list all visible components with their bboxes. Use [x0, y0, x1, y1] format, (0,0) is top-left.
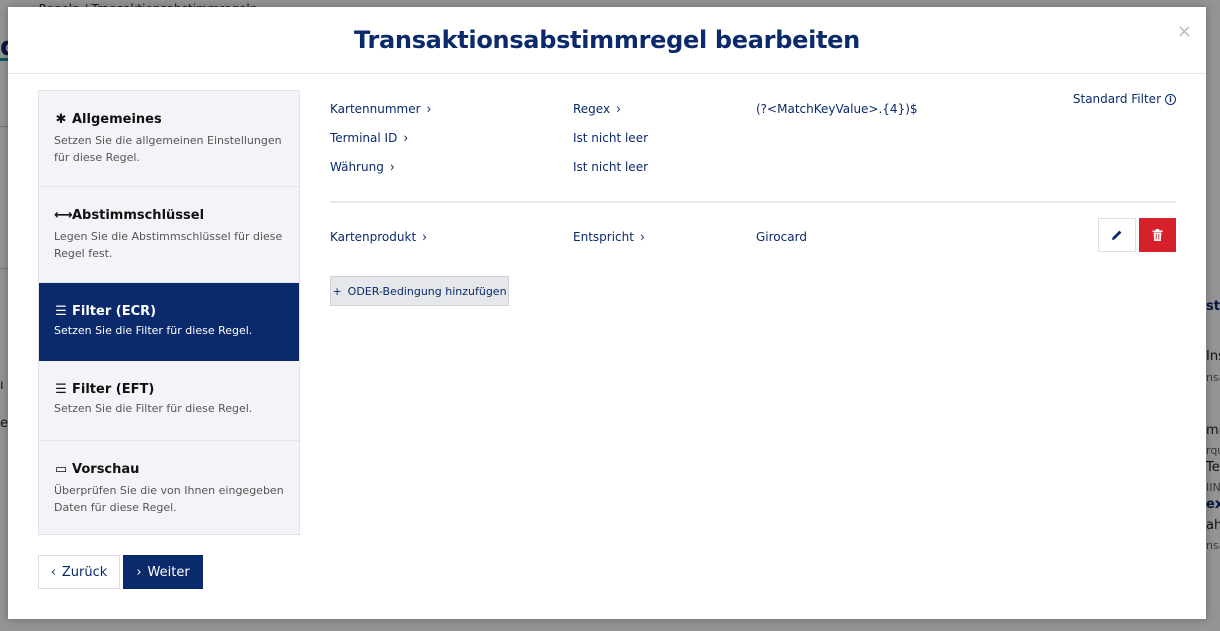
condition-field[interactable]: Kartenprodukt ›	[330, 228, 427, 246]
step-vorschau[interactable]: ▭ Vorschau Überprüfen Sie die von Ihnen e…	[39, 441, 299, 534]
step-filter-eft[interactable]: ☰ Filter (EFT) Setzen Sie die Filter für …	[39, 361, 299, 441]
step-title: Filter (ECR)	[72, 304, 157, 319]
condition-row: Kartennummer › Regex › (?<MatchKeyValue>.{…	[330, 100, 1176, 122]
filter-icon: ☰	[55, 304, 67, 319]
close-icon[interactable]: ×	[1177, 21, 1192, 42]
condition-operator[interactable]: Regex ›	[573, 100, 621, 118]
back-button[interactable]: ‹ Zurück	[38, 555, 120, 589]
divider	[330, 201, 1176, 203]
trash-icon	[1152, 229, 1163, 241]
modal-header: Transaktionsabstimmregel bearbeiten ×	[8, 7, 1206, 74]
condition-row: Währung › Ist nicht leer	[330, 158, 1176, 180]
pencil-icon	[1112, 230, 1122, 240]
plus-icon: +	[332, 284, 342, 298]
condition-row: Terminal ID › Ist nicht leer	[330, 129, 1176, 151]
condition-field-label: Währung	[330, 160, 384, 174]
step-filter-ecr[interactable]: ☰ Filter (ECR) Setzen Sie die Filter für …	[39, 283, 299, 361]
condition-operator-label: Entspricht	[573, 230, 634, 244]
step-abstimmschluessel[interactable]: ⟷ Abstimmschlüssel Legen Sie die Abstimms…	[39, 187, 299, 283]
add-or-condition-button[interactable]: + ODER-Bedingung hinzufügen	[330, 276, 509, 306]
condition-field[interactable]: Kartennummer ›	[330, 100, 432, 118]
condition-operator-label: Regex	[573, 102, 611, 116]
condition-operator[interactable]: Entspricht ›	[573, 228, 645, 246]
condition-row: Kartenprodukt › Entspricht › Girocard	[330, 228, 1176, 250]
step-title: Allgemeines	[72, 112, 162, 127]
wizard-steps: ✱ Allgemeines Setzen Sie die allgemeinen …	[38, 90, 300, 535]
chevron-right-icon: ›	[426, 100, 432, 118]
next-button[interactable]: › Weiter	[123, 555, 203, 589]
edit-condition-button[interactable]	[1098, 218, 1136, 252]
step-description: Setzen Sie die Filter für diese Regel.	[54, 402, 253, 415]
chevron-right-icon: ›	[389, 158, 395, 176]
condition-field-label: Terminal ID	[330, 131, 398, 145]
filter-icon: ☰	[55, 382, 67, 397]
condition-field-label: Kartennummer	[330, 102, 421, 116]
step-title: Filter (EFT)	[72, 382, 155, 397]
step-description: Legen Sie die Abstimmschlüssel für diese…	[54, 230, 283, 260]
condition-field-label: Kartenprodukt	[330, 230, 417, 244]
step-description: Überprüfen Sie die von Ihnen eingegeben …	[54, 484, 284, 514]
chevron-right-icon: ›	[403, 129, 409, 147]
chevron-right-icon: ›	[136, 564, 142, 580]
edit-rule-modal: Transaktionsabstimmregel bearbeiten × ✱ A…	[8, 7, 1206, 619]
step-description: Setzen Sie die Filter für diese Regel.	[54, 324, 253, 337]
chevron-right-icon: ›	[422, 228, 427, 246]
condition-operator[interactable]: Ist nicht leer	[573, 131, 648, 145]
laptop-icon: ▭	[54, 462, 68, 477]
asterisk-icon: ✱	[55, 112, 67, 127]
chevron-left-icon: ‹	[50, 564, 56, 580]
chevron-right-icon: ›	[639, 228, 645, 246]
step-title: Abstimmschlüssel	[72, 208, 205, 223]
condition-value: Girocard	[756, 230, 807, 244]
condition-field[interactable]: Währung ›	[330, 158, 395, 176]
modal-title: Transaktionsabstimmregel bearbeiten	[354, 26, 860, 54]
condition-value: (?<MatchKeyValue>.{4})$	[756, 102, 918, 116]
condition-operator[interactable]: Ist nicht leer	[573, 160, 648, 174]
next-button-label: Weiter	[147, 564, 190, 580]
delete-condition-button[interactable]	[1139, 218, 1176, 252]
step-allgemeines[interactable]: ✱ Allgemeines Setzen Sie die allgemeinen …	[39, 91, 299, 187]
add-or-condition-label: ODER-Bedingung hinzufügen	[347, 284, 507, 298]
condition-field[interactable]: Terminal ID ›	[330, 129, 409, 147]
back-button-label: Zurück	[61, 564, 108, 580]
arrows-horizontal-icon: ⟷	[54, 208, 73, 223]
step-description: Setzen Sie die allgemeinen Einstellungen…	[54, 134, 282, 164]
chevron-right-icon: ›	[616, 100, 621, 118]
step-title: Vorschau	[72, 462, 140, 477]
